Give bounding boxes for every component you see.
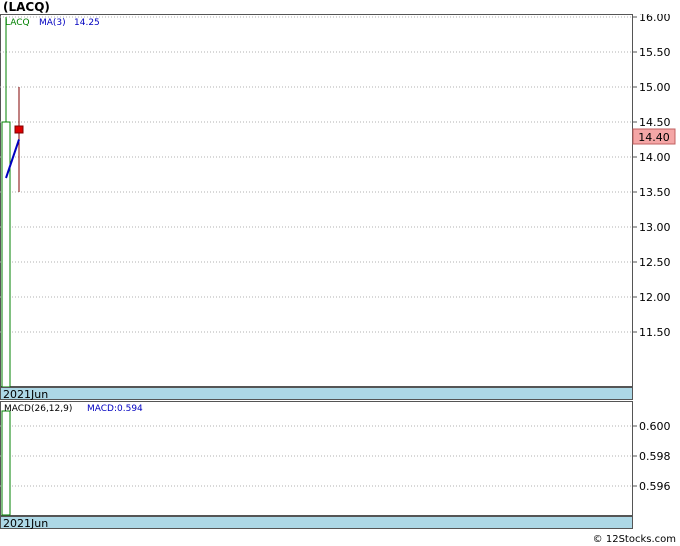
price-tick-label: 13.50: [639, 186, 671, 199]
price-bar-body: [1, 121, 11, 388]
footer-credit: © 12Stocks.com: [592, 534, 676, 545]
macd-panel: 0.600 0.598 0.596 2021Jun MACD(26,12,9) MA…: [0, 401, 671, 530]
price-tick-label: 15.50: [639, 46, 671, 59]
macd-legend-value: MACD:0.594: [87, 404, 143, 414]
macd-tick-label: 0.598: [639, 450, 671, 463]
macd-x-label: 2021Jun: [3, 517, 48, 530]
price-tick-label: 15.00: [639, 81, 671, 94]
macd-legend-label: MACD(26,12,9): [4, 404, 72, 414]
last-price-label: 14.40: [632, 128, 676, 145]
price-x-label: 2021Jun: [3, 388, 48, 400]
macd-marks: [1, 410, 11, 516]
price-plot-frame: [0, 14, 633, 387]
price-x-axis-band: [0, 387, 633, 400]
legend-ticker: LACQ: [5, 18, 30, 28]
price-tick-label: 11.50: [639, 326, 671, 339]
macd-tick-label: 0.600: [639, 420, 671, 433]
price-tick-label: 16.00: [639, 14, 671, 24]
price-tick-label: 12.00: [639, 291, 671, 304]
macd-plot-frame: [0, 401, 633, 516]
macd-tick-label: 0.596: [639, 480, 671, 493]
price-tick-label: 13.00: [639, 221, 671, 234]
legend-ma-label: MA(3): [39, 18, 66, 28]
price-panel: 16.00 15.50 15.00 14.50 14.00 13.50 13.00 12.50…: [0, 14, 676, 400]
price-tick-label: 14.00: [639, 151, 671, 164]
legend-ma-value: 14.25: [74, 18, 100, 28]
price-y-axis: 16.00 15.50 15.00 14.50 14.00 13.50 13.00 12.50…: [632, 14, 671, 339]
price-last-marker: [14, 125, 24, 134]
last-price-text: 14.40: [638, 131, 670, 144]
macd-y-axis: 0.600 0.598 0.596: [632, 420, 671, 493]
chart-title: (LACQ): [3, 0, 50, 14]
macd-bar: [1, 410, 11, 516]
price-tick-label: 12.50: [639, 256, 671, 269]
macd-x-axis-band: [0, 516, 633, 529]
price-tick-label: 14.50: [639, 116, 671, 129]
